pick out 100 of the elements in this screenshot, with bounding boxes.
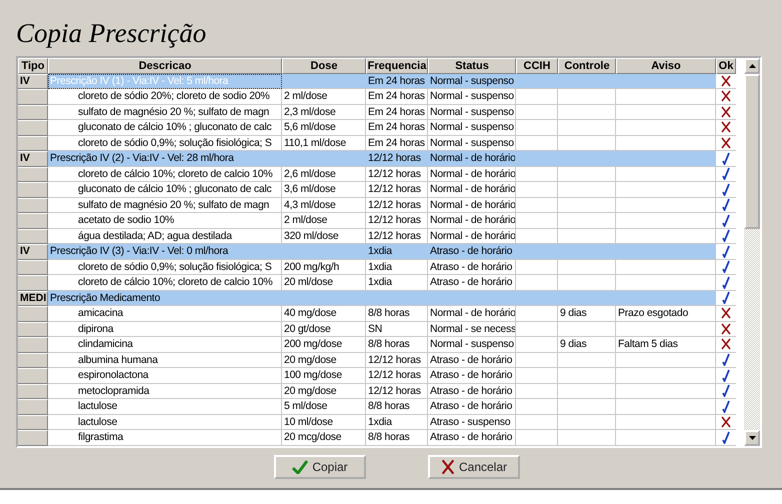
row-header[interactable] xyxy=(18,368,48,384)
column-header[interactable]: Frequencia xyxy=(366,58,428,74)
row-header[interactable] xyxy=(18,104,48,120)
scroll-up-button[interactable] xyxy=(744,58,760,74)
cross-icon xyxy=(440,459,455,475)
table-cell: 1xdia xyxy=(366,260,428,275)
table-cell: 8/8 horas xyxy=(366,337,428,352)
table-cell xyxy=(516,399,558,414)
column-header[interactable]: Tipo xyxy=(18,58,48,74)
table-cell: 5 ml/dose xyxy=(282,399,366,414)
table-cell xyxy=(516,430,558,446)
table-cell xyxy=(558,120,616,136)
check-icon xyxy=(722,198,730,212)
table-cell: 12/12 horas xyxy=(366,213,428,228)
dialog-title: Copia Prescrição xyxy=(15,17,208,46)
table-cell: espironolactona xyxy=(48,368,282,384)
table-cell: 8/8 horas xyxy=(366,306,428,322)
up-arrow-icon xyxy=(748,64,756,68)
table-cell: sulfato de magnésio 20 %; sulfato de magn xyxy=(48,198,282,213)
row-header[interactable] xyxy=(18,136,48,151)
table-cell: 10 ml/dose xyxy=(282,414,366,430)
table-cell xyxy=(516,136,558,151)
table-cell: Prazo esgotado xyxy=(616,306,716,322)
table-cell: 1xdia xyxy=(366,414,428,430)
table-cell xyxy=(516,89,558,104)
row-header[interactable] xyxy=(18,306,48,322)
table-cell: lactulose xyxy=(48,399,282,414)
row-header[interactable] xyxy=(18,384,48,399)
row-header[interactable]: IV xyxy=(18,244,48,260)
table-cell: Atraso - de horário xyxy=(428,384,516,399)
column-header[interactable]: Aviso xyxy=(616,58,716,74)
table-cell xyxy=(558,368,616,384)
table-cell xyxy=(558,414,616,430)
copy-button[interactable]: Copiar xyxy=(274,455,366,479)
table-cell: 20 gt/dose xyxy=(282,322,366,337)
column-header[interactable]: Descricao xyxy=(48,58,282,74)
table-cell: Atraso - de horário xyxy=(428,275,516,290)
row-header[interactable]: IV xyxy=(18,151,48,166)
table-cell: gluconato de cálcio 10% ; gluconato de calc xyxy=(48,120,282,136)
row-header[interactable] xyxy=(18,182,48,198)
row-header[interactable] xyxy=(18,414,48,430)
table-cell xyxy=(516,260,558,275)
row-header[interactable] xyxy=(18,260,48,275)
table-cell: cloreto de cálcio 10%; cloreto de calcio 10% xyxy=(48,275,282,290)
row-header[interactable] xyxy=(18,337,48,352)
column-header[interactable]: Ok xyxy=(716,58,736,74)
table-cell xyxy=(516,198,558,213)
table-cell: Atraso - de horário xyxy=(428,244,516,260)
table-cell: albumina humana xyxy=(48,352,282,368)
table-cell: Em 24 horas xyxy=(366,136,428,151)
row-header[interactable]: MEDI xyxy=(18,290,48,306)
table-cell: Normal - de horário xyxy=(428,306,516,322)
table-cell xyxy=(516,337,558,352)
row-header[interactable] xyxy=(18,352,48,368)
column-header[interactable]: CCIH xyxy=(516,58,558,74)
table-cell xyxy=(558,104,616,120)
check-icon xyxy=(722,430,730,444)
table-cell: Em 24 horas xyxy=(366,74,428,89)
cancel-button[interactable]: Cancelar xyxy=(428,455,520,479)
cross-icon xyxy=(721,90,731,102)
table-cell: Em 24 horas xyxy=(366,89,428,104)
row-header[interactable] xyxy=(18,198,48,213)
table-cell: sulfato de magnésio 20 %; sulfato de magn xyxy=(48,104,282,120)
row-header[interactable] xyxy=(18,430,48,446)
scroll-down-button[interactable] xyxy=(744,430,760,446)
column-header[interactable]: Controle xyxy=(558,58,616,74)
column-header[interactable]: Dose xyxy=(282,58,366,74)
check-icon xyxy=(722,353,730,366)
table-cell xyxy=(516,275,558,290)
table-cell xyxy=(516,213,558,228)
table-cell: 20 mg/dose xyxy=(282,384,366,399)
table-cell: cloreto de sódio 20%; cloreto de sodio 20% xyxy=(48,89,282,104)
scroll-thumb[interactable] xyxy=(744,74,760,229)
table-cell: Normal - de horário xyxy=(428,151,516,166)
table-cell: 12/12 horas xyxy=(366,352,428,368)
column-header[interactable]: Status xyxy=(428,58,516,74)
row-header[interactable] xyxy=(18,399,48,414)
table-cell: clindamicina xyxy=(48,337,282,352)
table-cell: 20 mg/dose xyxy=(282,352,366,368)
row-header[interactable] xyxy=(18,322,48,337)
row-header[interactable] xyxy=(18,228,48,244)
row-header[interactable] xyxy=(18,120,48,136)
table-cell: Normal - de horário xyxy=(428,166,516,182)
table-cell: 40 mg/dose xyxy=(282,306,366,322)
check-icon xyxy=(722,152,730,165)
table-cell: Atraso - de horário xyxy=(428,260,516,275)
table-cell: filgrastima xyxy=(48,430,282,446)
cross-icon xyxy=(721,106,731,118)
table-cell: Normal - de horário xyxy=(428,228,516,244)
row-header[interactable] xyxy=(18,89,48,104)
row-header[interactable] xyxy=(18,213,48,228)
row-header[interactable] xyxy=(18,275,48,290)
table-cell: 110,1 ml/dose xyxy=(282,136,366,151)
row-header[interactable] xyxy=(18,166,48,182)
check-icon xyxy=(722,182,730,196)
table-cell: 200 mg/kg/h xyxy=(282,260,366,275)
table-cell: 12/12 horas xyxy=(366,182,428,198)
table-cell: 320 ml/dose xyxy=(282,228,366,244)
row-header[interactable]: IV xyxy=(18,74,48,89)
table-cell: Atraso - de horário xyxy=(428,430,516,446)
